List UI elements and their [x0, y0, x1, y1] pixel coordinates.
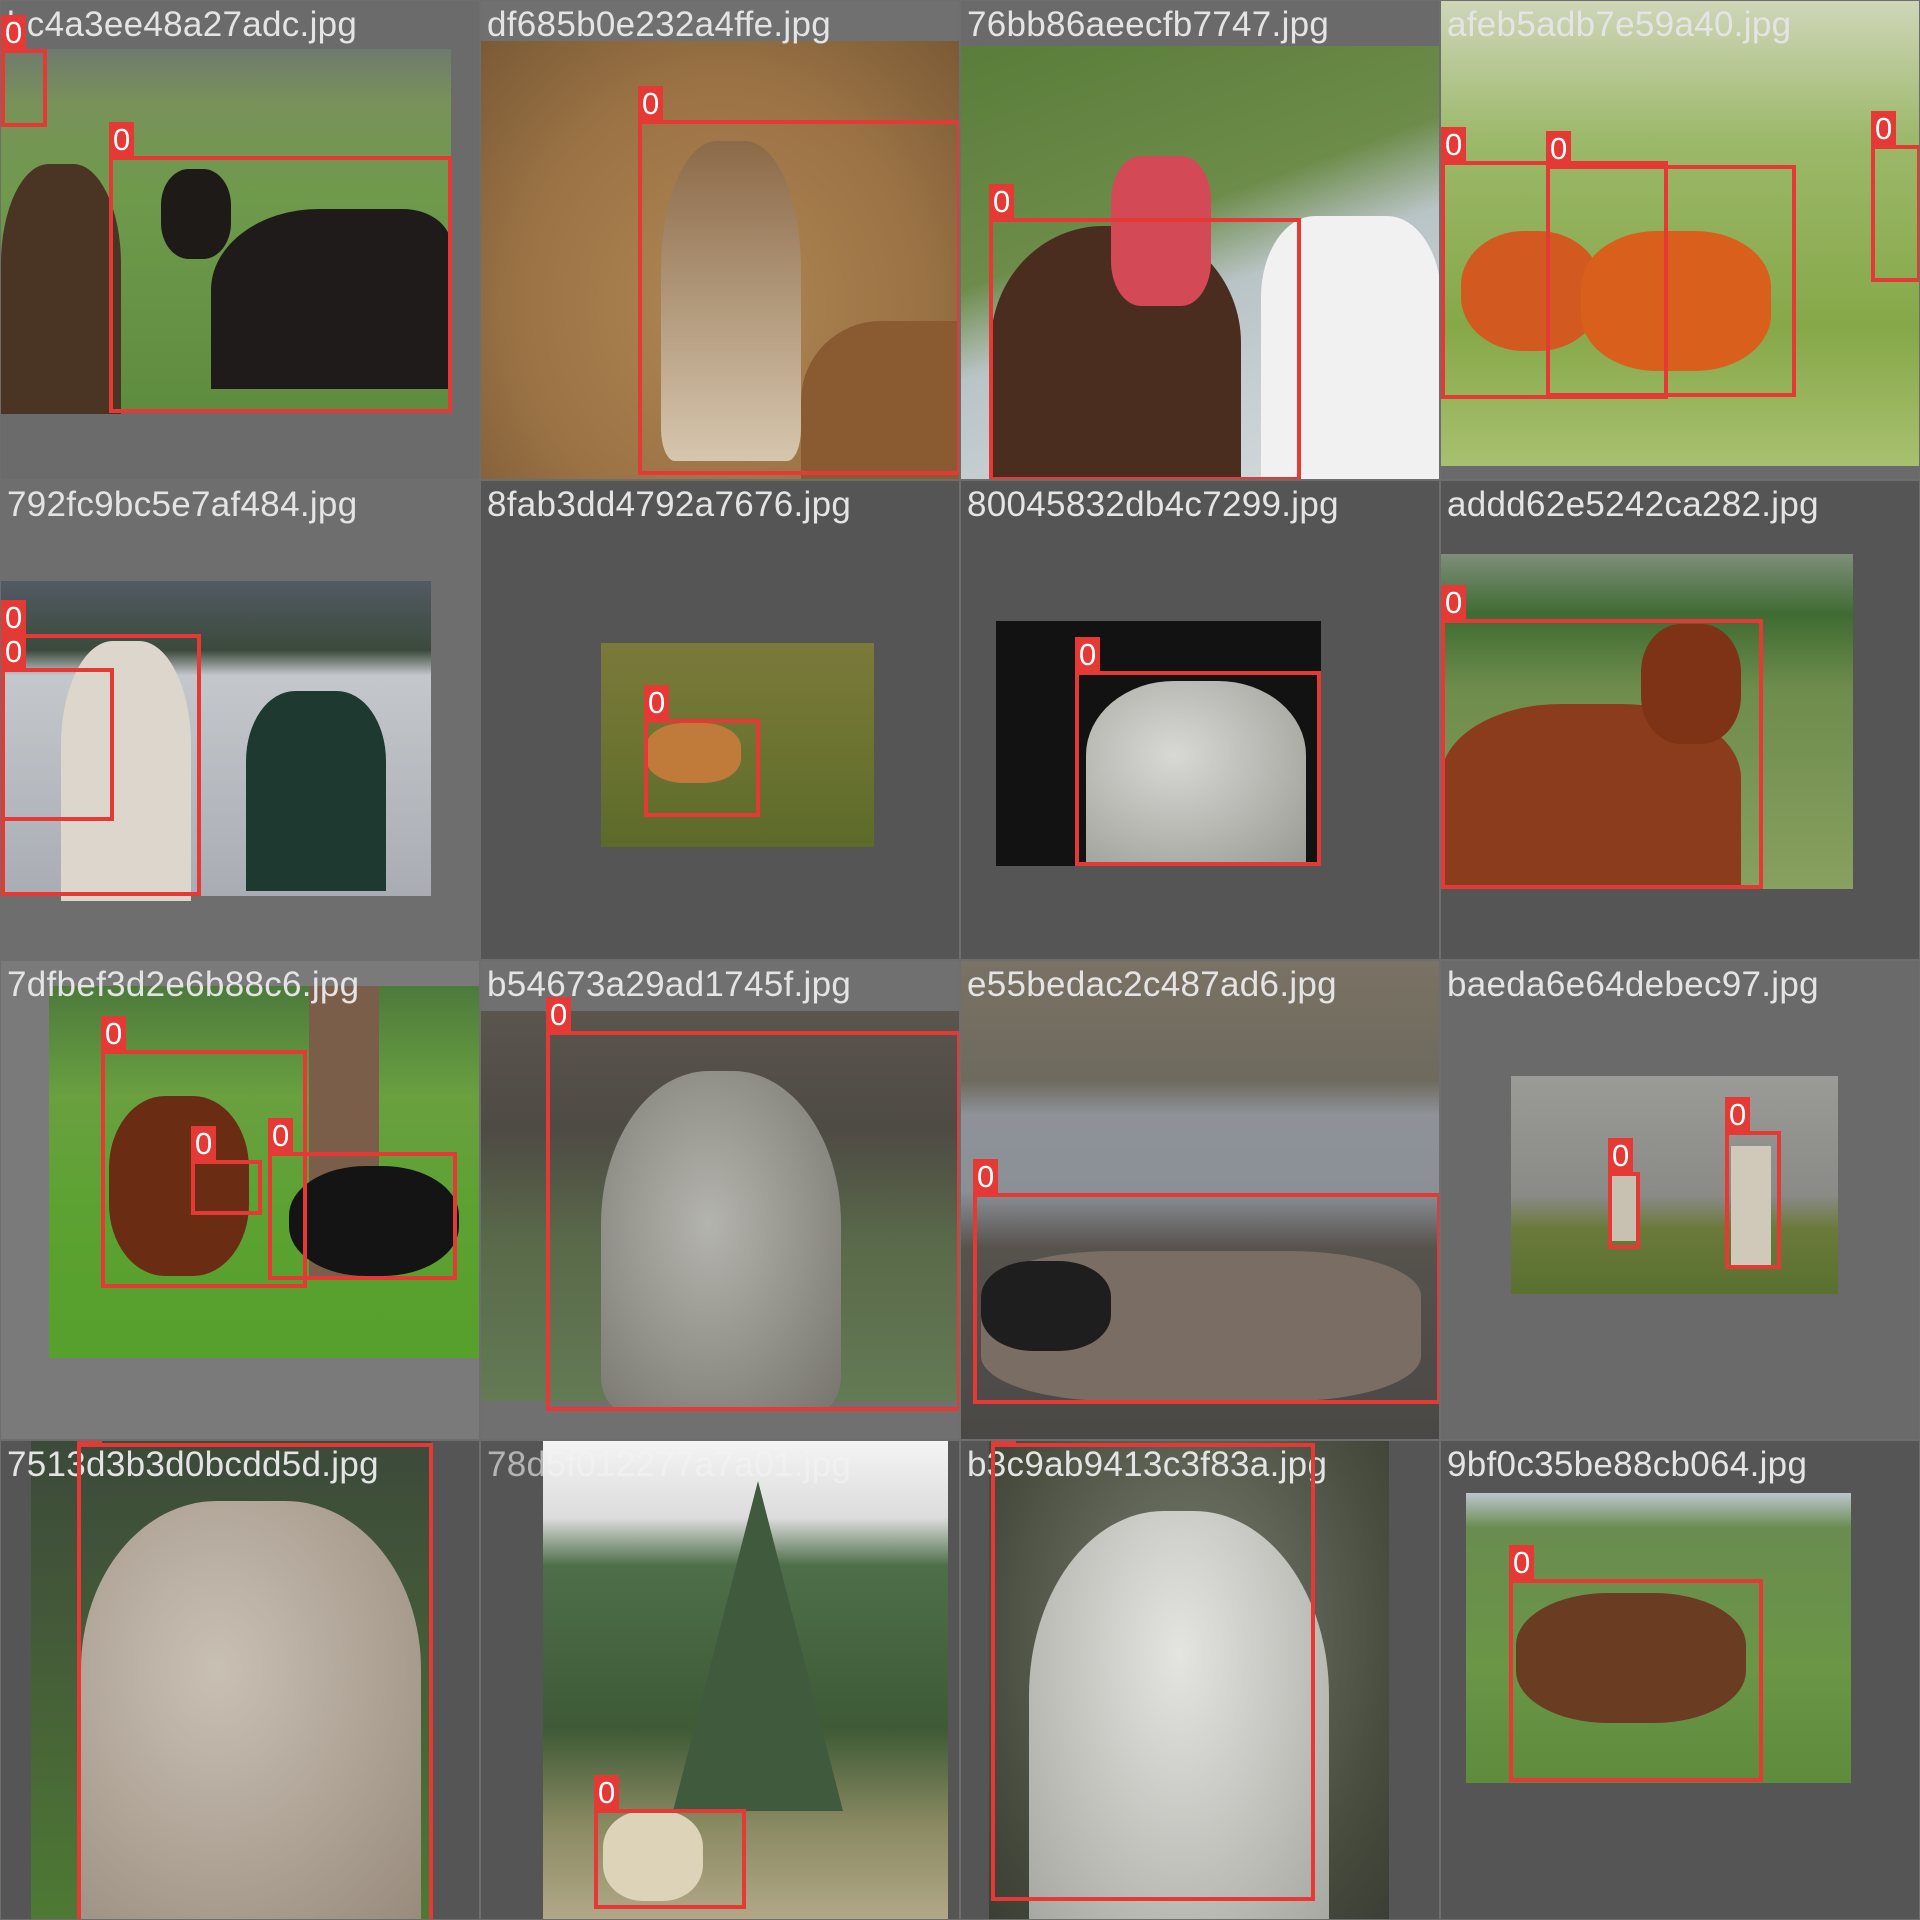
tile-10: b54673a29ad1745f.jpg 0	[480, 960, 960, 1440]
tile-filename: bc4a3ee48a27adc.jpg	[7, 5, 358, 44]
detection-mosaic: bc4a3ee48a27adc.jpg 0 0 df685b0e232a4ffe…	[0, 0, 1920, 1920]
class-label: 0	[1725, 1097, 1751, 1133]
tile-16: 9bf0c35be88cb064.jpg 0	[1440, 1440, 1920, 1920]
class-label: 0	[1075, 637, 1101, 673]
class-label: 0	[973, 1159, 999, 1195]
tile-12: baeda6e64debec97.jpg 0 0	[1440, 960, 1920, 1440]
detection-box: 0	[1871, 111, 1919, 282]
tile-9: 7dfbef3d2e6b88c6.jpg 0 0 0	[0, 960, 480, 1440]
tile-filename: addd62e5242ca282.jpg	[1447, 485, 1819, 524]
tile-5: 792fc9bc5e7af484.jpg 0 0	[0, 480, 480, 960]
tile-15: b3c9ab9413c3f83a.jpg 0	[960, 1440, 1440, 1920]
detection-box: 0	[973, 1159, 1439, 1404]
class-label: 0	[1, 600, 27, 636]
detection-box: 0	[191, 1126, 262, 1215]
detection-box: 0	[77, 1441, 433, 1919]
tile-14: 78d5f012277a7a01.jpg 0	[480, 1440, 960, 1920]
tile-4: afeb5adb7e59a40.jpg 0 0 0	[1440, 0, 1920, 480]
class-label: 0	[991, 1441, 1017, 1445]
tile-7: 80045832db4c7299.jpg 0	[960, 480, 1440, 960]
class-label: 0	[1441, 127, 1467, 163]
detection-box: 0	[1, 15, 47, 127]
detection-box: 0	[1608, 1138, 1640, 1249]
detection-box: 0	[1075, 637, 1321, 866]
class-label: 0	[546, 997, 572, 1033]
class-label: 0	[268, 1118, 294, 1154]
detection-box: 0	[594, 1775, 746, 1909]
tile-filename: df685b0e232a4ffe.jpg	[487, 5, 832, 44]
class-label: 0	[1441, 585, 1467, 621]
detection-box: 0	[989, 184, 1301, 479]
tile-filename: 80045832db4c7299.jpg	[967, 485, 1339, 524]
tile-3: 76bb86aeecfb7747.jpg 0	[960, 0, 1440, 480]
tile-filename: 8fab3dd4792a7676.jpg	[487, 485, 852, 524]
class-label: 0	[989, 184, 1015, 220]
detection-box: 0	[638, 86, 959, 475]
tile-filename: 78d5f012277a7a01.jpg	[487, 1445, 852, 1484]
class-label: 0	[638, 86, 664, 122]
tile-filename: afeb5adb7e59a40.jpg	[1447, 5, 1792, 44]
detection-box: 0	[1509, 1545, 1763, 1782]
detection-box: 0	[109, 122, 452, 413]
tile-6: 8fab3dd4792a7676.jpg 0	[480, 480, 960, 960]
tile-photo	[1511, 1076, 1838, 1294]
class-label: 0	[1871, 111, 1897, 147]
tile-8: addd62e5242ca282.jpg 0	[1440, 480, 1920, 960]
detection-box: 0	[546, 997, 959, 1411]
tile-filename: b54673a29ad1745f.jpg	[487, 965, 852, 1004]
tile-filename: 76bb86aeecfb7747.jpg	[967, 5, 1330, 44]
class-label: 0	[109, 122, 135, 158]
tile-filename: 9bf0c35be88cb064.jpg	[1447, 1445, 1808, 1484]
class-label: 0	[644, 685, 670, 721]
detection-box: 0	[1, 634, 114, 821]
class-label: 0	[594, 1775, 620, 1811]
detection-box: 0	[1441, 585, 1763, 889]
class-label: 0	[191, 1126, 217, 1162]
tile-filename: 7dfbef3d2e6b88c6.jpg	[7, 965, 360, 1004]
tile-13: 7513d3b3d0bcdd5d.jpg 0	[0, 1440, 480, 1920]
class-label: 0	[1, 15, 27, 51]
tile-filename: baeda6e64debec97.jpg	[1447, 965, 1819, 1004]
tile-filename: e55bedac2c487ad6.jpg	[967, 965, 1337, 1004]
detection-box: 0	[644, 685, 760, 817]
tile-2: df685b0e232a4ffe.jpg 0	[480, 0, 960, 480]
class-label: 0	[101, 1016, 127, 1052]
class-label: 0	[1509, 1545, 1535, 1581]
class-label: 0	[1546, 131, 1572, 167]
detection-box: 0	[1725, 1097, 1781, 1269]
class-label: 0	[1, 634, 27, 670]
tile-1: bc4a3ee48a27adc.jpg 0 0	[0, 0, 480, 480]
detection-box: 0	[1546, 131, 1796, 397]
tile-11: e55bedac2c487ad6.jpg 0	[960, 960, 1440, 1440]
detection-box: 0	[268, 1118, 457, 1280]
tile-filename: 792fc9bc5e7af484.jpg	[7, 485, 358, 524]
class-label: 0	[77, 1441, 103, 1445]
detection-box: 0	[991, 1441, 1315, 1901]
class-label: 0	[1608, 1138, 1634, 1174]
